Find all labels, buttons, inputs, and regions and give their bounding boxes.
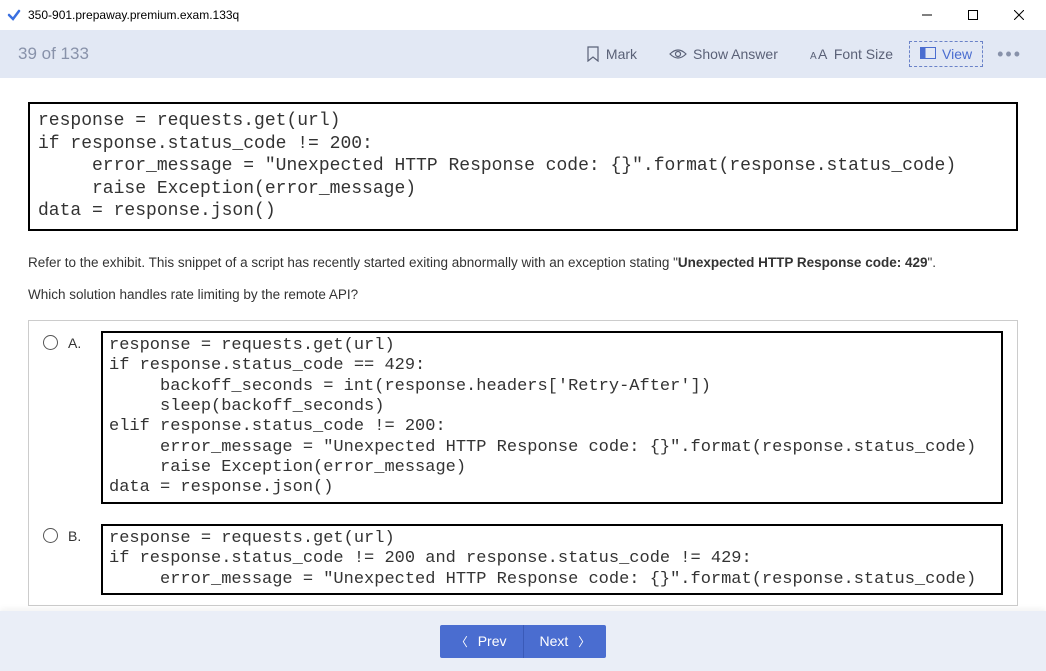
show-answer-label: Show Answer bbox=[693, 46, 778, 62]
show-answer-button[interactable]: Show Answer bbox=[659, 42, 788, 66]
exhibit-code: response = requests.get(url) if response… bbox=[28, 102, 1018, 231]
options-container: A. response = requests.get(url) if respo… bbox=[28, 320, 1018, 606]
prev-button[interactable]: 〈 Prev bbox=[440, 625, 524, 658]
question-part2: ". bbox=[927, 255, 936, 270]
chevron-left-icon: 〈 bbox=[456, 633, 468, 650]
next-button[interactable]: Next 〉 bbox=[524, 625, 607, 658]
option-b-selector[interactable]: B. bbox=[43, 524, 101, 544]
view-label: View bbox=[942, 46, 972, 62]
footer: 〈 Prev Next 〉 bbox=[0, 611, 1046, 671]
maximize-button[interactable] bbox=[950, 0, 996, 30]
minimize-button[interactable] bbox=[904, 0, 950, 30]
option-a-content: response = requests.get(url) if response… bbox=[101, 331, 1003, 504]
font-size-button[interactable]: AA Font Size bbox=[800, 42, 903, 66]
svg-text:A: A bbox=[810, 51, 817, 61]
font-size-label: Font Size bbox=[834, 46, 893, 62]
question-part1: Refer to the exhibit. This snippet of a … bbox=[28, 255, 678, 270]
mark-label: Mark bbox=[606, 46, 637, 62]
toolbar: 39 of 133 Mark Show Answer AA Font Size … bbox=[0, 30, 1046, 78]
chevron-right-icon: 〉 bbox=[578, 633, 590, 650]
question-counter: 39 of 133 bbox=[18, 44, 570, 64]
mark-button[interactable]: Mark bbox=[576, 42, 647, 66]
option-a-label: A. bbox=[68, 335, 81, 351]
app-icon bbox=[6, 7, 22, 23]
view-icon bbox=[920, 46, 936, 62]
option-a-code: response = requests.get(url) if response… bbox=[101, 331, 1003, 504]
more-button[interactable]: ••• bbox=[983, 40, 1028, 69]
option-b-code: response = requests.get(url) if response… bbox=[101, 524, 1003, 595]
radio-icon bbox=[43, 528, 58, 543]
radio-icon bbox=[43, 335, 58, 350]
window-controls bbox=[904, 0, 1042, 30]
option-b-content: response = requests.get(url) if response… bbox=[101, 524, 1003, 595]
bookmark-icon bbox=[586, 46, 600, 62]
question-text-line1: Refer to the exhibit. This snippet of a … bbox=[28, 253, 1018, 273]
close-button[interactable] bbox=[996, 0, 1042, 30]
option-b-label: B. bbox=[68, 528, 81, 544]
option-a-row: A. response = requests.get(url) if respo… bbox=[43, 331, 1003, 504]
titlebar: 350-901.prepaway.premium.exam.133q bbox=[0, 0, 1046, 30]
svg-text:A: A bbox=[818, 47, 828, 61]
content-area[interactable]: response = requests.get(url) if response… bbox=[0, 78, 1046, 611]
prev-label: Prev bbox=[478, 633, 507, 649]
option-a-selector[interactable]: A. bbox=[43, 331, 101, 351]
next-label: Next bbox=[540, 633, 569, 649]
question-text-line2: Which solution handles rate limiting by … bbox=[28, 287, 1018, 302]
option-b-row: B. response = requests.get(url) if respo… bbox=[43, 524, 1003, 595]
font-size-icon: AA bbox=[810, 47, 828, 61]
view-button[interactable]: View bbox=[909, 41, 983, 67]
nav-buttons: 〈 Prev Next 〉 bbox=[440, 625, 607, 658]
question-bold: Unexpected HTTP Response code: 429 bbox=[678, 255, 928, 270]
window-title: 350-901.prepaway.premium.exam.133q bbox=[28, 8, 904, 22]
eye-icon bbox=[669, 48, 687, 60]
